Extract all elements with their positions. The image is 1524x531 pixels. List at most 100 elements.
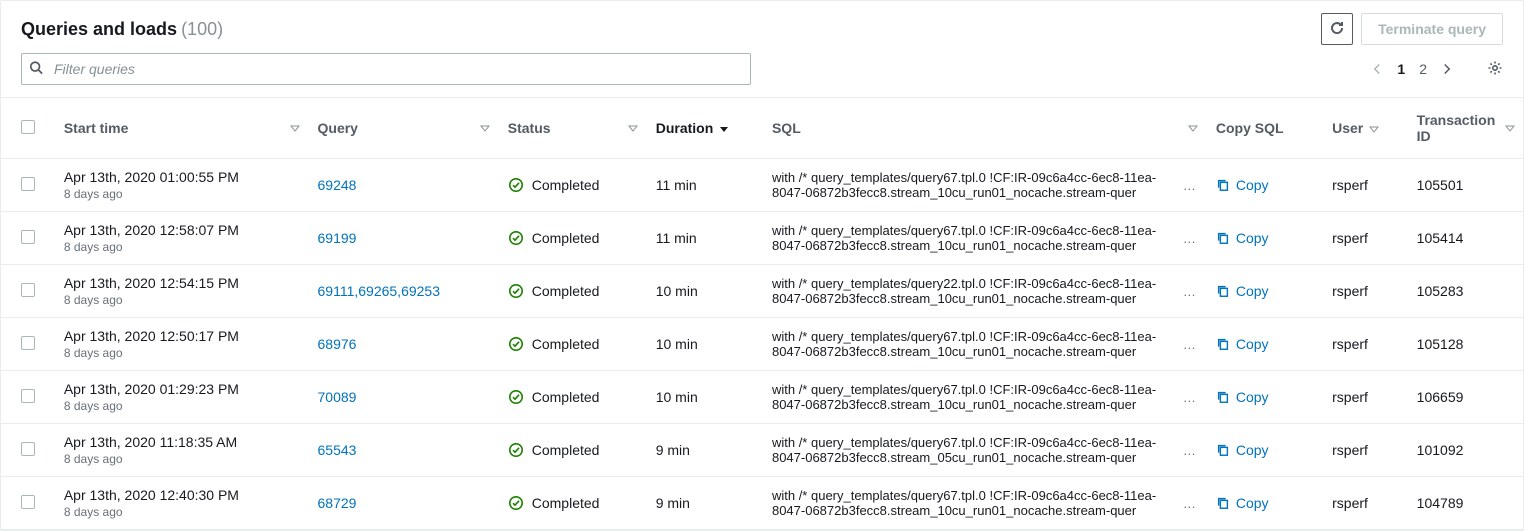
- row-checkbox[interactable]: [21, 495, 35, 509]
- duration: 11 min: [656, 177, 697, 193]
- copy-icon: [1216, 337, 1230, 351]
- start-time: Apr 13th, 2020 12:40:30 PM: [64, 487, 298, 503]
- relative-time: 8 days ago: [64, 505, 298, 519]
- sql-truncation-indicator: …: [1183, 390, 1196, 405]
- select-all-checkbox[interactable]: [21, 120, 35, 134]
- sort-icon: [480, 120, 490, 136]
- query-id-link[interactable]: 68729: [318, 495, 357, 511]
- table-row: Apr 13th, 2020 11:18:35 AM 8 days ago 65…: [1, 424, 1523, 477]
- copy-icon: [1216, 284, 1230, 298]
- sql-truncation-indicator: …: [1183, 231, 1196, 246]
- sql-snippet: with /* query_templates/query67.tpl.0 !C…: [772, 170, 1175, 200]
- status-success-icon: [508, 336, 524, 352]
- copy-label: Copy: [1236, 442, 1269, 458]
- copy-label: Copy: [1236, 495, 1269, 511]
- refresh-icon: [1329, 20, 1345, 39]
- sql-truncation-indicator: …: [1183, 496, 1196, 511]
- table-row: Apr 13th, 2020 12:58:07 PM 8 days ago 69…: [1, 212, 1523, 265]
- query-id-link[interactable]: 70089: [318, 389, 357, 405]
- transaction-id: 106659: [1417, 389, 1464, 405]
- status-text: Completed: [532, 442, 600, 458]
- copy-sql-button[interactable]: Copy: [1216, 442, 1312, 458]
- status-success-icon: [508, 230, 524, 246]
- col-sql[interactable]: SQL: [762, 98, 1206, 159]
- page-2[interactable]: 2: [1419, 61, 1427, 77]
- query-id-link[interactable]: 68976: [318, 336, 357, 352]
- sort-icon: [1188, 120, 1198, 136]
- copy-sql-button[interactable]: Copy: [1216, 177, 1312, 193]
- col-status[interactable]: Status: [498, 98, 646, 159]
- copy-label: Copy: [1236, 389, 1269, 405]
- start-time: Apr 13th, 2020 12:50:17 PM: [64, 328, 298, 344]
- sort-icon: [1369, 124, 1379, 134]
- copy-sql-button[interactable]: Copy: [1216, 389, 1312, 405]
- panel-count: (100): [181, 19, 223, 40]
- status-text: Completed: [532, 283, 600, 299]
- sort-icon: [628, 120, 638, 136]
- filter-queries-input[interactable]: [21, 53, 751, 85]
- query-id-link[interactable]: 65543: [318, 442, 357, 458]
- copy-sql-button[interactable]: Copy: [1216, 336, 1312, 352]
- gear-icon: [1487, 60, 1503, 79]
- row-checkbox[interactable]: [21, 177, 35, 191]
- duration: 10 min: [656, 283, 698, 299]
- query-id-link[interactable]: 69248: [318, 177, 357, 193]
- row-checkbox[interactable]: [21, 442, 35, 456]
- col-start-time[interactable]: Start time: [54, 98, 308, 159]
- sort-icon: [290, 120, 300, 136]
- start-time: Apr 13th, 2020 01:29:23 PM: [64, 381, 298, 397]
- refresh-button[interactable]: [1321, 13, 1353, 45]
- status-text: Completed: [532, 389, 600, 405]
- copy-label: Copy: [1236, 336, 1269, 352]
- status-success-icon: [508, 177, 524, 193]
- sql-snippet: with /* query_templates/query67.tpl.0 !C…: [772, 382, 1175, 412]
- relative-time: 8 days ago: [64, 399, 298, 413]
- copy-label: Copy: [1236, 283, 1269, 299]
- status-text: Completed: [532, 230, 600, 246]
- status-success-icon: [508, 283, 524, 299]
- row-checkbox[interactable]: [21, 336, 35, 350]
- terminate-query-button[interactable]: Terminate query: [1361, 13, 1503, 45]
- next-page-button[interactable]: [1441, 63, 1453, 75]
- relative-time: 8 days ago: [64, 293, 298, 307]
- col-transaction-id[interactable]: Transaction ID: [1407, 98, 1523, 159]
- row-checkbox[interactable]: [21, 389, 35, 403]
- col-duration[interactable]: Duration: [646, 98, 762, 159]
- status-success-icon: [508, 442, 524, 458]
- transaction-id: 105501: [1417, 177, 1464, 193]
- start-time: Apr 13th, 2020 12:54:15 PM: [64, 275, 298, 291]
- duration: 9 min: [656, 495, 690, 511]
- sort-desc-icon: [719, 124, 729, 134]
- relative-time: 8 days ago: [64, 346, 298, 360]
- start-time: Apr 13th, 2020 01:00:55 PM: [64, 169, 298, 185]
- query-id-link[interactable]: 69199: [318, 230, 357, 246]
- copy-sql-button[interactable]: Copy: [1216, 495, 1312, 511]
- user: rsperf: [1332, 389, 1368, 405]
- copy-label: Copy: [1236, 177, 1269, 193]
- duration: 9 min: [656, 442, 690, 458]
- status-text: Completed: [532, 336, 600, 352]
- row-checkbox[interactable]: [21, 283, 35, 297]
- query-id-link[interactable]: 69111,69265,69253: [318, 283, 441, 299]
- sql-snippet: with /* query_templates/query67.tpl.0 !C…: [772, 488, 1175, 518]
- prev-page-button[interactable]: [1371, 63, 1383, 75]
- copy-sql-button[interactable]: Copy: [1216, 230, 1312, 246]
- col-user[interactable]: User: [1322, 98, 1407, 159]
- transaction-id: 105128: [1417, 336, 1464, 352]
- col-query[interactable]: Query: [308, 98, 498, 159]
- start-time: Apr 13th, 2020 12:58:07 PM: [64, 222, 298, 238]
- duration: 11 min: [656, 230, 697, 246]
- row-checkbox[interactable]: [21, 230, 35, 244]
- user: rsperf: [1332, 230, 1368, 246]
- page-1[interactable]: 1: [1397, 61, 1405, 77]
- search-icon: [29, 61, 43, 78]
- copy-sql-button[interactable]: Copy: [1216, 283, 1312, 299]
- settings-button[interactable]: [1487, 60, 1503, 79]
- relative-time: 8 days ago: [64, 240, 298, 254]
- duration: 10 min: [656, 389, 698, 405]
- table-row: Apr 13th, 2020 12:54:15 PM 8 days ago 69…: [1, 265, 1523, 318]
- search-wrap: [21, 53, 751, 85]
- copy-icon: [1216, 390, 1230, 404]
- status-success-icon: [508, 495, 524, 511]
- copy-icon: [1216, 231, 1230, 245]
